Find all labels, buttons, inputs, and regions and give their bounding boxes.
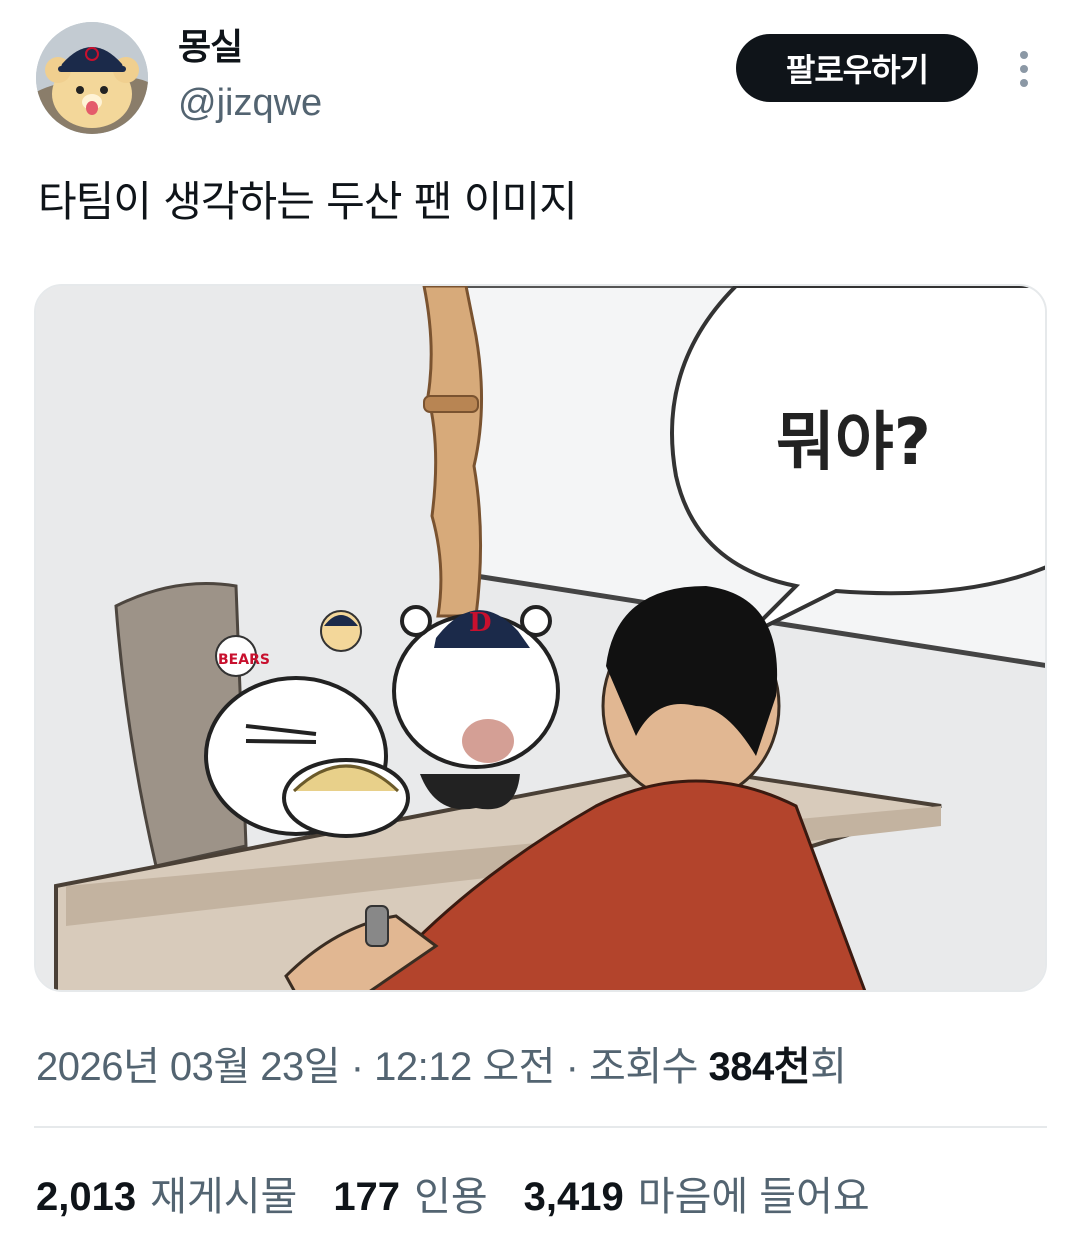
tweet-media-image[interactable]: 뭐야? BEARS D [34, 284, 1047, 992]
quotes-count: 177 [333, 1175, 401, 1219]
divider [34, 1126, 1047, 1128]
quotes-stat[interactable]: 177 인용 [333, 1164, 487, 1222]
meta-separator: · [340, 1045, 375, 1089]
tweet-time[interactable]: 12:12 오전 [374, 1045, 555, 1089]
quotes-label: 인용 [414, 1175, 488, 1219]
cap-letter: D [469, 608, 492, 638]
avatar[interactable] [36, 22, 148, 134]
views-count: 384천 [708, 1045, 811, 1089]
tweet-meta: 2026년 03월 23일 · 12:12 오전 · 조회수 384천회 [36, 1034, 847, 1092]
tweet-date[interactable]: 2026년 03월 23일 [36, 1045, 341, 1089]
more-vertical-icon[interactable] [1004, 42, 1044, 96]
user-handle[interactable]: @jizqwe [178, 82, 322, 125]
reposts-count: 2,013 [36, 1175, 137, 1219]
likes-label: 마음에 들어요 [637, 1175, 870, 1219]
follow-button[interactable]: 팔로우하기 [736, 34, 978, 102]
meta-separator: · [554, 1045, 590, 1089]
ball-text: BEARS [218, 652, 270, 668]
views-label: 조회수 [589, 1045, 709, 1089]
likes-count: 3,419 [523, 1175, 624, 1219]
engagement-stats: 2,013 재게시물 177 인용 3,419 마음에 들어요 [36, 1164, 906, 1222]
display-name[interactable]: 몽실 [178, 18, 243, 70]
likes-stat[interactable]: 3,419 마음에 들어요 [524, 1164, 870, 1222]
speech-bubble-text: 뭐야? [776, 406, 931, 480]
views-suffix: 회 [810, 1045, 847, 1089]
tweet-text: 타팀이 생각하는 두산 팬 이미지 [38, 177, 578, 226]
reposts-label: 재게시물 [150, 1175, 298, 1219]
reposts-stat[interactable]: 2,013 재게시물 [36, 1164, 297, 1222]
